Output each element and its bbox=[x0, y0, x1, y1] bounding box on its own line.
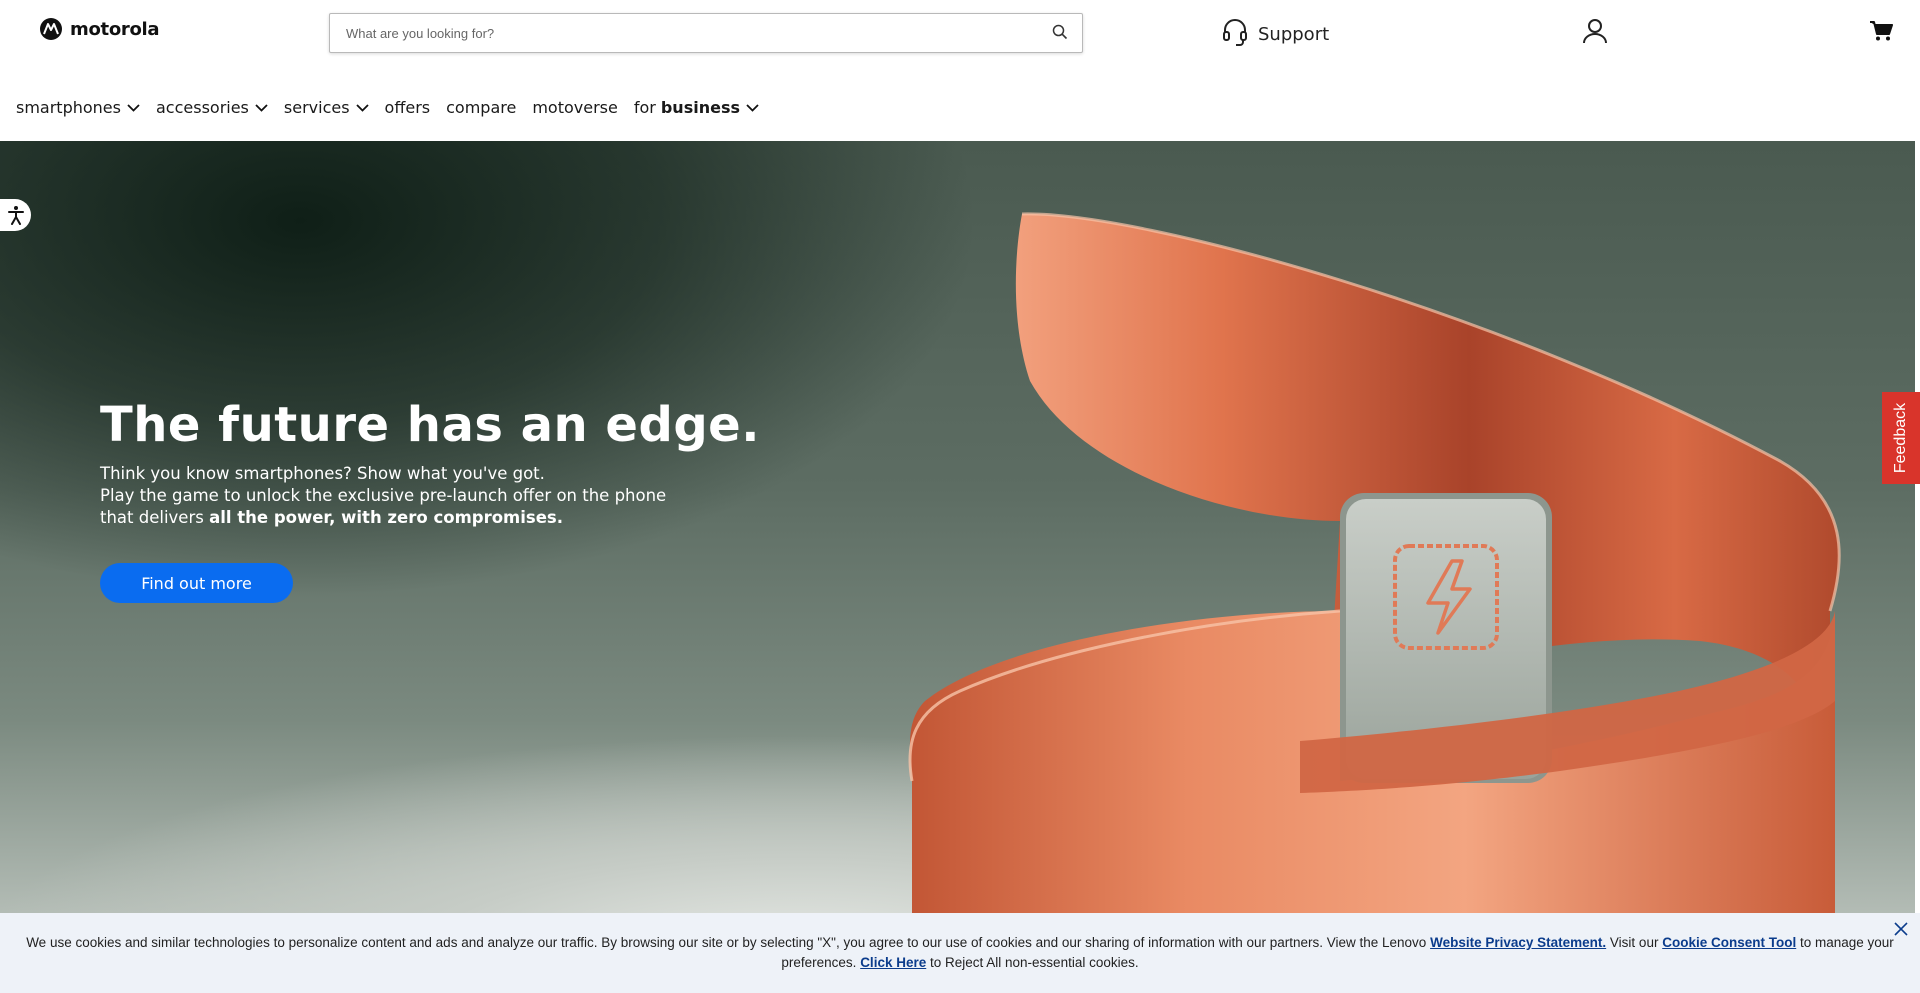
chevron-down-icon bbox=[255, 103, 268, 112]
user-icon bbox=[1583, 19, 1607, 48]
logo-text: motorola bbox=[70, 18, 160, 40]
nav-label: accessories bbox=[155, 98, 249, 117]
cookie-text-2: Visit our bbox=[1609, 935, 1659, 950]
privacy-statement-link[interactable]: Website Privacy Statement. bbox=[1430, 935, 1606, 950]
cookie-message: We use cookies and similar technologies … bbox=[14, 933, 1906, 973]
nav-for-prefix: for bbox=[633, 98, 656, 117]
account-button[interactable] bbox=[1583, 18, 1607, 49]
cookie-text-4: to Reject All non-essential cookies. bbox=[930, 955, 1139, 970]
nav-smartphones[interactable]: smartphones bbox=[16, 98, 140, 117]
chevron-down-icon bbox=[355, 103, 369, 112]
nav-services[interactable]: services bbox=[284, 98, 369, 117]
hero-line-3: that delivers all the power, with zero c… bbox=[100, 507, 700, 529]
hero-line-2: Play the game to unlock the exclusive pr… bbox=[100, 486, 667, 505]
nav-offers[interactable]: offers bbox=[385, 98, 431, 117]
nav-motoverse[interactable]: motoverse bbox=[532, 98, 618, 117]
nav-compare[interactable]: compare bbox=[446, 98, 516, 117]
cart-button[interactable] bbox=[1869, 20, 1893, 47]
hero-title: The future has an edge. bbox=[100, 397, 760, 453]
hero-banner: The future has an edge. Think you know s… bbox=[0, 141, 1915, 913]
motorola-logo[interactable]: motorola bbox=[40, 18, 160, 40]
support-label: Support bbox=[1258, 24, 1330, 45]
nav-label: motoverse bbox=[532, 98, 618, 117]
hero-description: Think you know smartphones? Show what yo… bbox=[100, 463, 700, 529]
hero-line-3-bold: all the power, with zero compromises. bbox=[209, 508, 563, 527]
nav-business-label: business bbox=[660, 98, 740, 117]
site-header: motorola Support smartphones accessories bbox=[0, 0, 1920, 140]
accessibility-icon bbox=[7, 206, 24, 225]
reject-cookies-link[interactable]: Click Here bbox=[860, 955, 926, 970]
search-icon[interactable] bbox=[1052, 24, 1068, 45]
support-link[interactable]: Support bbox=[1222, 18, 1329, 51]
headset-icon bbox=[1222, 18, 1248, 51]
nav-label: services bbox=[283, 98, 350, 117]
find-out-more-button[interactable]: Find out more bbox=[100, 563, 293, 603]
chevron-down-icon bbox=[127, 103, 140, 112]
nav-label: compare bbox=[446, 98, 517, 117]
nav-label: smartphones bbox=[16, 98, 121, 117]
nav-label: offers bbox=[384, 98, 431, 117]
feedback-tab[interactable]: Feedback bbox=[1882, 392, 1920, 484]
main-nav: smartphones accessories services offers … bbox=[16, 98, 775, 117]
close-icon[interactable] bbox=[1893, 921, 1909, 942]
search-input[interactable] bbox=[344, 14, 1028, 52]
cookie-banner: We use cookies and similar technologies … bbox=[0, 913, 1920, 993]
cookie-consent-tool-link[interactable]: Cookie Consent Tool bbox=[1662, 935, 1796, 950]
feedback-label: Feedback bbox=[1892, 402, 1909, 474]
chevron-down-icon bbox=[746, 103, 759, 112]
nav-accessories[interactable]: accessories bbox=[156, 98, 268, 117]
hero-line-3-text: that delivers bbox=[100, 508, 204, 527]
hero-line-1: Think you know smartphones? Show what yo… bbox=[100, 464, 545, 483]
cookie-text-1: We use cookies and similar technologies … bbox=[26, 935, 1427, 950]
accessibility-button[interactable] bbox=[0, 199, 31, 231]
nav-for-business[interactable]: for business bbox=[634, 98, 759, 117]
motorola-logo-icon bbox=[40, 18, 62, 40]
search-box bbox=[329, 13, 1083, 53]
cart-icon bbox=[1869, 21, 1893, 46]
